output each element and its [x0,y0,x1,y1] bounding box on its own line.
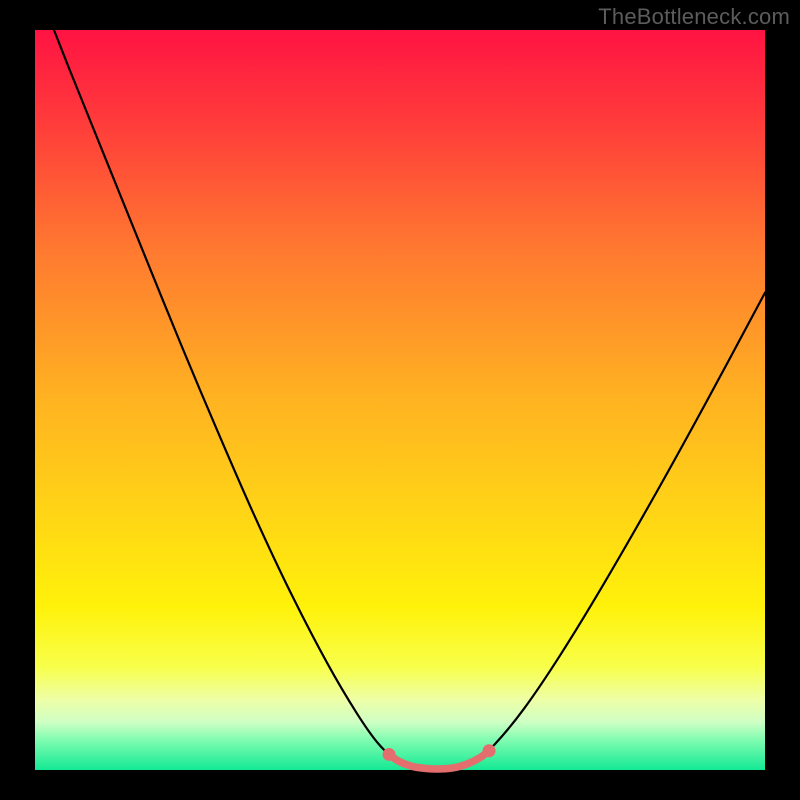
highlight-endpoint [483,744,496,757]
chart-container: { "watermark": "TheBottleneck.com", "cha… [0,0,800,800]
highlight-endpoint [383,748,396,761]
plot-background [35,30,765,770]
watermark-text: TheBottleneck.com [598,4,790,30]
bottleneck-chart [0,0,800,800]
